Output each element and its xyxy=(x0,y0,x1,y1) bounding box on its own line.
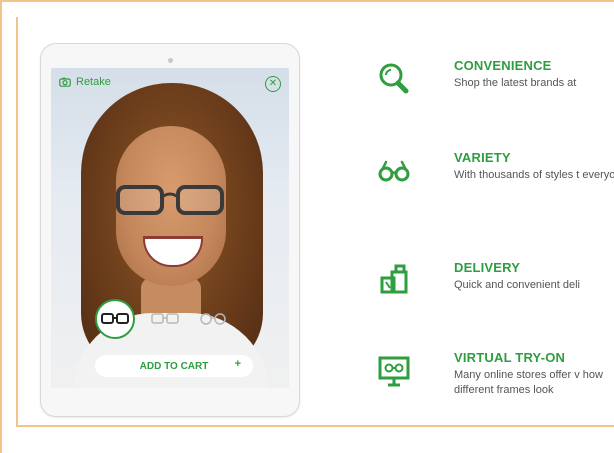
delivery-icon xyxy=(380,264,408,294)
feature-desc: Shop the latest brands at xyxy=(454,77,577,89)
monitor-glasses-icon xyxy=(378,356,410,387)
camera-dot xyxy=(168,58,173,63)
search-icon xyxy=(379,63,409,94)
glasses-icon xyxy=(101,313,129,324)
frame-inner-left xyxy=(16,17,18,427)
add-to-cart-label: ADD TO CART xyxy=(139,360,209,372)
retake-button[interactable]: Retake xyxy=(59,76,111,88)
frame-option-3[interactable] xyxy=(195,301,231,337)
tablet-device: Retake ✕ ADD TO CART + xyxy=(40,43,300,417)
glasses-icon xyxy=(151,313,179,324)
tablet-screen: Retake ✕ ADD TO CART + xyxy=(51,68,289,388)
close-icon: ✕ xyxy=(268,78,278,89)
glasses-icon xyxy=(200,313,226,325)
feature-desc: With thousands of styles t everyone xyxy=(454,169,614,181)
close-button[interactable]: ✕ xyxy=(265,76,281,92)
glasses xyxy=(116,185,224,215)
feature-title: DELIVERY xyxy=(454,260,521,275)
add-to-cart-button[interactable]: ADD TO CART + xyxy=(95,355,253,377)
plus-icon: + xyxy=(234,358,241,370)
frame-inner-bottom xyxy=(16,425,614,427)
retake-label: Retake xyxy=(76,76,111,88)
feature-title: VARIETY xyxy=(454,150,511,165)
feature-desc: Quick and convenient deli xyxy=(454,279,580,291)
feature-desc: Many online stores offer v how different… xyxy=(454,369,603,396)
feature-title: VIRTUAL TRY-ON xyxy=(454,350,566,365)
glasses-icon xyxy=(378,160,410,182)
camera-icon xyxy=(59,77,71,87)
frame-option-2[interactable] xyxy=(147,301,183,337)
frame-options xyxy=(95,299,255,339)
feature-title: CONVENIENCE xyxy=(454,58,552,73)
frame-option-selected[interactable] xyxy=(95,299,135,339)
